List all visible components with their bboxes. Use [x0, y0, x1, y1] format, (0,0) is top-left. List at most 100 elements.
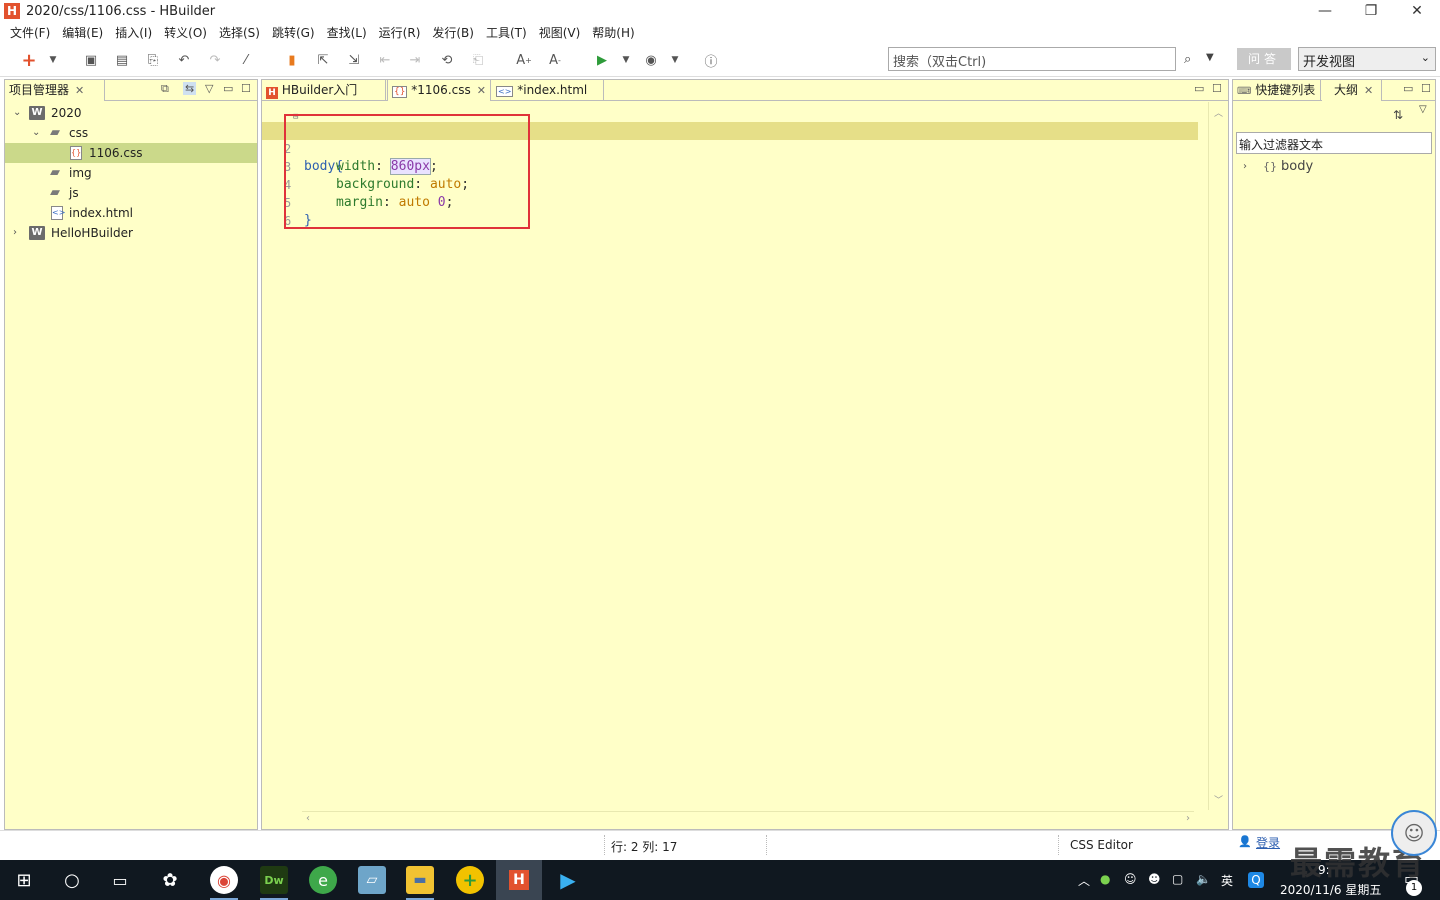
volume-icon[interactable]: 🔈: [1196, 872, 1211, 886]
view-menu-icon[interactable]: ▽: [205, 82, 213, 95]
code-editor[interactable]: 1 ⊟ body{ 2 width: 860px; 3 background: …: [262, 102, 1198, 810]
tree-item-2020[interactable]: ⌄ W 2020: [5, 103, 257, 123]
search-icon[interactable]: ⌕: [1184, 52, 1191, 67]
login-link[interactable]: 登录: [1256, 834, 1280, 851]
export-icon[interactable]: ⇱: [314, 51, 332, 69]
save-all-icon[interactable]: ▤: [113, 51, 131, 69]
menu-escape[interactable]: 转义(O): [158, 24, 213, 41]
browser-dropdown-icon[interactable]: ▼: [666, 51, 684, 69]
menu-insert[interactable]: 插入(I): [109, 24, 158, 41]
vertical-scrollbar[interactable]: ︿ ﹀: [1208, 102, 1228, 810]
assistant-avatar-icon[interactable]: ☺: [1391, 810, 1437, 856]
chrome-icon[interactable]: ◉: [210, 866, 238, 900]
tree-item-1106-css[interactable]: {} 1106.css: [5, 143, 257, 163]
tab-hbuilder-intro[interactable]: H HBuilder入门: [262, 80, 386, 101]
menu-publish[interactable]: 发行(B): [426, 24, 480, 41]
font-increase-icon[interactable]: A +: [515, 51, 533, 69]
restore-button[interactable]: ❐: [1348, 0, 1394, 22]
scroll-down-icon[interactable]: ﹀: [1214, 793, 1223, 806]
link-editor-icon[interactable]: ⇆: [183, 82, 197, 95]
tray-chevron-up-icon[interactable]: ︿: [1078, 872, 1090, 889]
maximize-panel-icon[interactable]: ☐: [1212, 82, 1222, 95]
info-icon[interactable]: ⓘ: [702, 51, 720, 70]
menu-goto[interactable]: 跳转(G): [266, 24, 321, 41]
menu-run[interactable]: 运行(R): [373, 24, 427, 41]
minimize-panel-icon[interactable]: ▭: [1194, 82, 1204, 95]
menu-file[interactable]: 文件(F): [4, 24, 56, 41]
browser-icon[interactable]: ◉: [642, 51, 660, 69]
file-explorer-icon[interactable]: ▬: [406, 866, 434, 900]
minimize-button[interactable]: —: [1302, 0, 1348, 22]
close-button[interactable]: ✕: [1394, 0, 1440, 22]
tree-item-index-html[interactable]: <> index.html: [5, 203, 257, 223]
tab-1106-css[interactable]: {} *1106.css ✕: [387, 80, 491, 101]
app-plus-icon[interactable]: +: [456, 866, 484, 894]
tree-item-js[interactable]: ▰ js: [5, 183, 257, 203]
tree-item-css[interactable]: ⌄ ▰ css: [5, 123, 257, 143]
dreamweaver-icon[interactable]: Dw: [260, 866, 288, 900]
copy-icon[interactable]: ⎗: [469, 51, 487, 69]
hbuilder-taskbar-icon[interactable]: H: [496, 860, 542, 900]
view-menu-icon[interactable]: ▽: [1419, 104, 1427, 115]
undo-icon[interactable]: ↶: [175, 51, 193, 69]
menu-edit[interactable]: 编辑(E): [56, 24, 109, 41]
scroll-up-icon[interactable]: ︿: [1214, 106, 1223, 119]
redo-icon[interactable]: ↷: [206, 51, 224, 69]
collapse-all-icon[interactable]: ⧉: [161, 82, 169, 96]
close-icon[interactable]: ✕: [477, 84, 486, 97]
windows-start-icon[interactable]: ⊞: [10, 866, 38, 894]
browser-green-icon[interactable]: e: [309, 866, 337, 894]
qq-alt-icon[interactable]: ☻: [1148, 872, 1161, 886]
chevron-right-icon[interactable]: ›: [13, 223, 17, 243]
minimize-panel-icon[interactable]: ▭: [1403, 82, 1413, 95]
chevron-down-icon[interactable]: ⌄: [13, 103, 21, 123]
next-edit-icon[interactable]: ⇥: [406, 51, 424, 69]
view-mode-select[interactable]: 开发视图 ⌄: [1298, 47, 1436, 71]
chevron-right-icon[interactable]: ›: [1243, 158, 1247, 176]
run-dropdown-icon[interactable]: ▼: [617, 51, 635, 69]
outline-filter-input[interactable]: 输入过滤器文本: [1236, 132, 1432, 154]
qq-icon[interactable]: ☺: [1124, 872, 1137, 886]
notepad-icon[interactable]: ▱: [358, 866, 386, 894]
network-icon[interactable]: ▢: [1172, 872, 1183, 886]
bookmark-icon[interactable]: ▮: [283, 51, 301, 69]
search-dropdown-icon[interactable]: ▼: [1206, 52, 1214, 63]
tab-shortcut-list[interactable]: ⌨ 快捷键列表: [1233, 80, 1321, 101]
close-icon[interactable]: ✕: [1364, 84, 1373, 97]
refresh-icon[interactable]: ⟲: [438, 51, 456, 69]
menu-view[interactable]: 视图(V): [533, 24, 587, 41]
qa-button[interactable]: 问答: [1237, 48, 1291, 70]
tree-item-img[interactable]: ▰ img: [5, 163, 257, 183]
prev-edit-icon[interactable]: ⇤: [376, 51, 394, 69]
maximize-panel-icon[interactable]: ☐: [1421, 82, 1431, 95]
wechat-icon[interactable]: ●: [1100, 872, 1110, 886]
horizontal-scrollbar[interactable]: ‹ ›: [302, 811, 1194, 827]
menu-help[interactable]: 帮助(H): [586, 24, 640, 41]
tree-item-hellohbuilder[interactable]: › W HelloHBuilder: [5, 223, 257, 243]
save-icon[interactable]: ▣: [82, 51, 100, 69]
format-icon[interactable]: ⁄: [237, 51, 255, 69]
ime-language[interactable]: 英: [1221, 872, 1233, 889]
task-view-icon[interactable]: ▭: [106, 866, 134, 894]
new-dropdown-icon[interactable]: ▼: [44, 51, 62, 69]
tab-index-html[interactable]: <> *index.html: [492, 80, 604, 101]
sort-icon[interactable]: ⇅: [1393, 108, 1403, 122]
search-icon[interactable]: ○: [58, 866, 86, 894]
menu-find[interactable]: 查找(L): [321, 24, 373, 41]
new-file-icon[interactable]: +: [20, 50, 38, 71]
tab-project-manager[interactable]: 项目管理器 ✕: [5, 80, 105, 101]
scroll-left-icon[interactable]: ‹: [306, 813, 310, 824]
scroll-right-icon[interactable]: ›: [1186, 813, 1190, 824]
revert-icon[interactable]: ⎘: [144, 51, 162, 69]
video-player-icon[interactable]: ▶: [554, 866, 582, 894]
menu-select[interactable]: 选择(S): [213, 24, 266, 41]
maximize-panel-icon[interactable]: ☐: [241, 82, 251, 95]
tab-outline[interactable]: 大纲 ✕: [1322, 80, 1382, 101]
run-icon[interactable]: ▶: [593, 51, 611, 69]
import-icon[interactable]: ⇲: [345, 51, 363, 69]
minimize-panel-icon[interactable]: ▭: [223, 82, 233, 95]
close-icon[interactable]: ✕: [75, 84, 84, 97]
menu-tools[interactable]: 工具(T): [480, 24, 533, 41]
font-decrease-icon[interactable]: A-: [546, 51, 564, 69]
qq-browser-icon[interactable]: Q: [1248, 872, 1264, 888]
